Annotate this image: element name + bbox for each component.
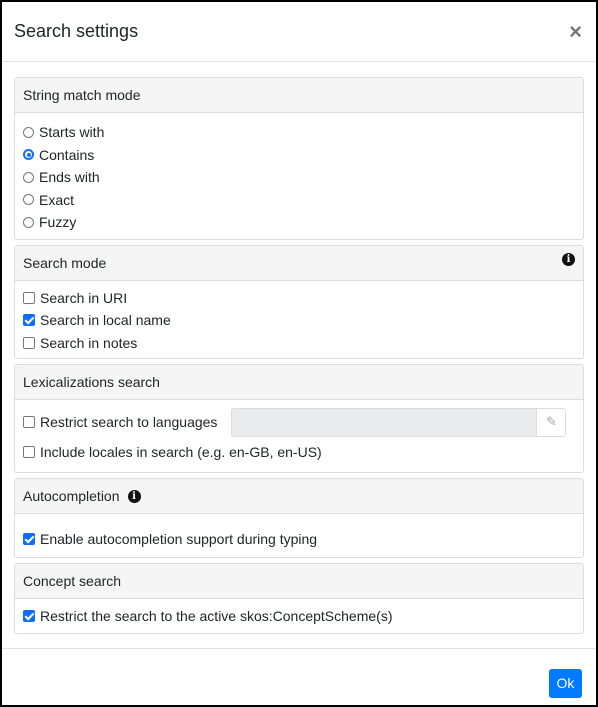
radio-button[interactable] [23, 194, 34, 206]
restrict-languages-label: Restrict search to languages [40, 414, 218, 430]
include-locales-label: Include locales in search (e.g. en-GB, e… [40, 444, 322, 460]
info-icon[interactable]: i [127, 489, 141, 503]
string-match-card: String match mode Starts with Contains E… [14, 77, 584, 240]
include-locales-checkbox[interactable] [23, 446, 35, 458]
autocompletion-card: Autocompletion i Enable autocompletion s… [14, 478, 584, 558]
search-settings-modal: Search settings × String match mode Star… [2, 2, 596, 705]
radio-button[interactable] [23, 126, 34, 138]
radio-starts-with[interactable]: Starts with [23, 121, 575, 144]
radio-ends-with[interactable]: Ends with [23, 166, 575, 189]
radio-label: Exact [39, 191, 75, 208]
modal-title: Search settings [14, 21, 139, 41]
lexicalizations-header: Lexicalizations search [15, 365, 583, 400]
lexicalizations-card: Lexicalizations search Restrict search t… [14, 364, 584, 473]
radio-button[interactable] [23, 171, 34, 183]
restrict-concept-scheme-label: Restrict the search to the active skos:C… [40, 607, 393, 624]
checkbox[interactable] [23, 314, 35, 327]
checkbox-search-notes[interactable]: Search in notes [23, 332, 575, 355]
close-icon[interactable]: × [569, 20, 582, 43]
radio-label: Starts with [39, 124, 105, 141]
autocompletion-title: Autocompletion [23, 488, 120, 504]
string-match-header: String match mode [15, 78, 583, 113]
search-mode-header: Search mode i [15, 245, 583, 281]
restrict-concept-scheme-row[interactable]: Restrict the search to the active skos:C… [23, 605, 575, 628]
checkbox-search-local-name[interactable]: Search in local name [23, 309, 575, 332]
ok-button[interactable]: Ok [549, 668, 582, 698]
radio-contains[interactable]: Contains [23, 144, 575, 167]
languages-input-group: ✎ [231, 407, 567, 437]
search-mode-card: Search mode i Search in URI Search in lo… [14, 244, 584, 359]
restrict-languages-row: Restrict search to languages ✎ [23, 406, 575, 438]
modal-header: Search settings × [2, 2, 596, 62]
checkbox-label: Search in notes [40, 334, 138, 351]
search-mode-title: Search mode [23, 254, 107, 271]
concept-search-card: Concept search Restrict the search to th… [14, 562, 584, 634]
modal-body: String match mode Starts with Contains E… [2, 62, 596, 634]
checkbox-search-uri[interactable]: Search in URI [23, 287, 575, 310]
radio-button[interactable] [23, 149, 34, 161]
enable-autocompletion-label: Enable autocompletion support during typ… [40, 531, 318, 548]
radio-label: Ends with [39, 169, 100, 186]
languages-input[interactable] [232, 408, 537, 436]
restrict-languages-checkbox[interactable] [23, 416, 35, 428]
restrict-concept-scheme-checkbox[interactable] [23, 609, 35, 622]
checkbox-label: Search in URI [40, 289, 128, 306]
radio-label: Contains [39, 146, 95, 163]
checkbox[interactable] [23, 336, 35, 349]
radio-label: Fuzzy [39, 214, 77, 231]
checkbox-label: Search in local name [40, 312, 171, 329]
info-icon[interactable]: i [562, 252, 575, 266]
modal-footer: Ok [2, 648, 596, 705]
radio-fuzzy[interactable]: Fuzzy [23, 211, 575, 234]
enable-autocompletion-row[interactable]: Enable autocompletion support during typ… [23, 528, 575, 551]
pencil-icon: ✎ [545, 414, 557, 429]
include-locales-row[interactable]: Include locales in search (e.g. en-GB, e… [23, 438, 575, 466]
radio-button[interactable] [23, 216, 34, 228]
edit-languages-button[interactable]: ✎ [536, 408, 566, 436]
radio-exact[interactable]: Exact [23, 189, 575, 212]
enable-autocompletion-checkbox[interactable] [23, 533, 35, 546]
checkbox[interactable] [23, 291, 35, 304]
concept-search-header: Concept search [15, 563, 583, 599]
autocompletion-header: Autocompletion i [15, 479, 583, 514]
